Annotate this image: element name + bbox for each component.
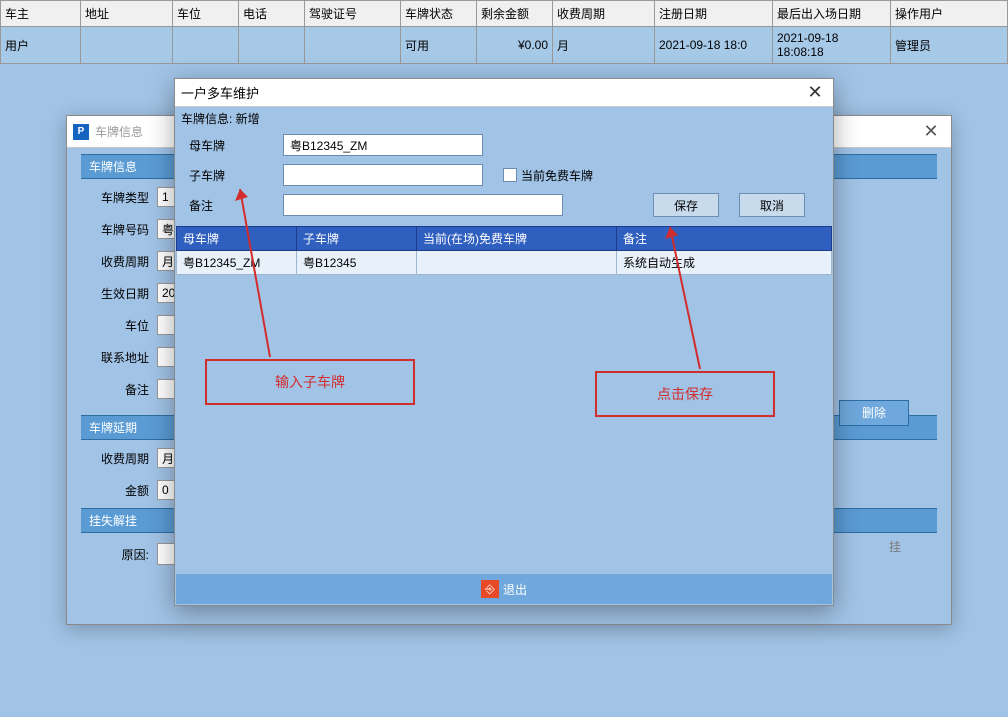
cell-owner: 用户 — [1, 27, 81, 64]
col-owner: 车主 — [1, 1, 81, 27]
col-balance: 剩余金额 — [477, 1, 553, 27]
label-addr: 联系地址 — [81, 349, 157, 366]
col-phone: 电话 — [239, 1, 305, 27]
exit-icon: ⎆ — [481, 580, 499, 598]
col-lastdate: 最后出入场日期 — [773, 1, 891, 27]
label-amount: 金额 — [81, 482, 157, 499]
cell-child: 粤B12345 — [297, 251, 417, 275]
label-type: 车牌类型 — [81, 189, 157, 206]
label-reason: 原因: — [81, 546, 157, 563]
th-child: 子车牌 — [297, 227, 417, 251]
table-row[interactable]: 用户 可用 ¥0.00 月 2021-09-18 18:0 2021-09-18… — [1, 27, 1008, 64]
cell-operator: 管理员 — [891, 27, 1008, 64]
col-cycle: 收费周期 — [553, 1, 655, 27]
info-status: 车牌信息: 新增 — [175, 107, 833, 130]
col-slot: 车位 — [173, 1, 239, 27]
exit-button[interactable]: ⎆ 退出 — [176, 574, 832, 604]
titlebar[interactable]: 一户多车维护 ✕ — [175, 79, 833, 107]
label-cycle2: 收费周期 — [81, 450, 157, 467]
th-parent: 母车牌 — [177, 227, 297, 251]
label-cycle: 收费周期 — [81, 253, 157, 270]
label-child-plate: 子车牌 — [183, 167, 283, 184]
cell-lastdate: 2021-09-18 18:08:18 — [773, 27, 891, 64]
app-icon: P — [73, 124, 89, 140]
annotation-left: 输入子车牌 — [205, 359, 415, 405]
th-free: 当前(在场)免费车牌 — [417, 227, 617, 251]
col-operator: 操作用户 — [891, 1, 1008, 27]
dialog-title: 一户多车维护 — [181, 83, 797, 102]
child-plate-table: 母车牌 子车牌 当前(在场)免费车牌 备注 粤B12345_ZM 粤B12345… — [176, 226, 832, 275]
parent-plate-input[interactable] — [283, 134, 483, 156]
cell-free — [417, 251, 617, 275]
close-icon[interactable]: ✕ — [911, 121, 951, 142]
label-slot: 车位 — [81, 317, 157, 334]
free-plate-checkbox[interactable] — [503, 168, 517, 182]
col-regdate: 注册日期 — [655, 1, 773, 27]
cell-remark: 系统自动生成 — [617, 251, 832, 275]
col-addr: 地址 — [81, 1, 173, 27]
col-status: 车牌状态 — [401, 1, 477, 27]
label-remark: 备注 — [183, 197, 283, 214]
label-parent-plate: 母车牌 — [183, 137, 283, 154]
label-free-plate: 当前免费车牌 — [521, 167, 593, 184]
cell-balance: ¥0.00 — [477, 27, 553, 64]
background-grid: 车主 地址 车位 电话 驾驶证号 车牌状态 剩余金额 收费周期 注册日期 最后出… — [0, 0, 1008, 64]
cell-status: 可用 — [401, 27, 477, 64]
col-license: 驾驶证号 — [305, 1, 401, 27]
close-icon[interactable]: ✕ — [797, 82, 833, 103]
remark-input[interactable] — [283, 194, 563, 216]
label-remark: 备注 — [81, 381, 157, 398]
save-button[interactable]: 保存 — [653, 193, 719, 217]
annotation-right: 点击保存 — [595, 371, 775, 417]
delete-button[interactable]: 删除 — [839, 400, 909, 426]
label-effdate: 生效日期 — [81, 285, 157, 302]
th-remark: 备注 — [617, 227, 832, 251]
table-row[interactable]: 粤B12345_ZM 粤B12345 系统自动生成 — [177, 251, 832, 275]
label-number: 车牌号码 — [81, 221, 157, 238]
cell-regdate: 2021-09-18 18:0 — [655, 27, 773, 64]
cell-parent: 粤B12345_ZM — [177, 251, 297, 275]
multi-car-dialog: 一户多车维护 ✕ 车牌信息: 新增 母车牌 子车牌 当前免费车牌 备注 保存 取… — [174, 78, 834, 606]
cell-cycle: 月 — [553, 27, 655, 64]
hang-tail: 挂 — [889, 538, 901, 555]
child-plate-input[interactable] — [283, 164, 483, 186]
cancel-button[interactable]: 取消 — [739, 193, 805, 217]
